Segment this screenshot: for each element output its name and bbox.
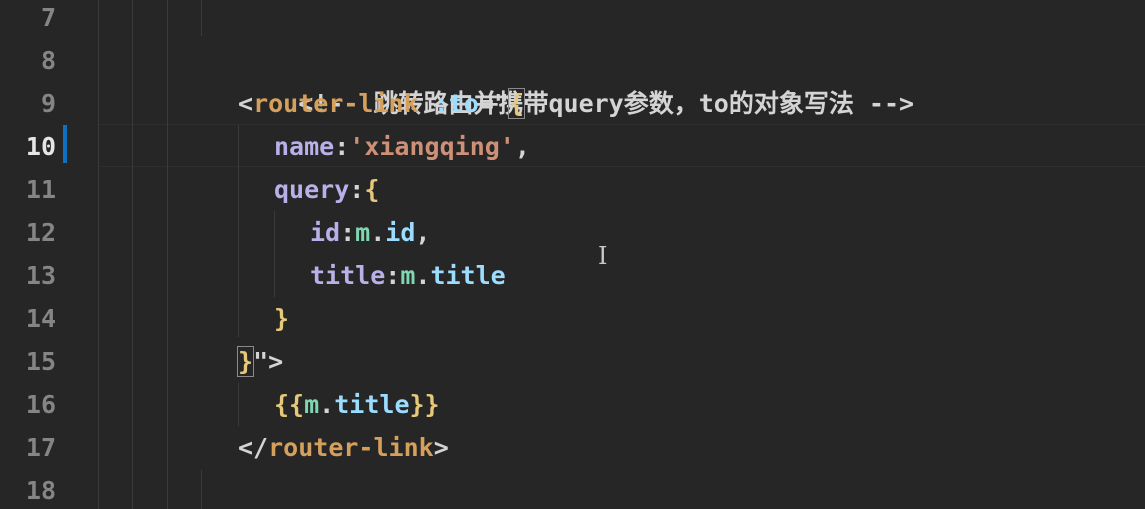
tag-close: "> xyxy=(253,347,284,376)
line-number-active: 10 xyxy=(25,132,56,161)
line-number: 12 xyxy=(25,218,56,247)
matched-bracket-open: { xyxy=(507,88,526,119)
line-number: 16 xyxy=(25,390,56,419)
attribute-equals-quote: =" xyxy=(478,89,509,118)
line-number: 13 xyxy=(25,261,56,290)
code-line-10[interactable]: name:'xiangqing', xyxy=(274,125,530,168)
colon: : xyxy=(334,132,350,161)
interpolation-close: }} xyxy=(409,390,440,419)
tag-name: router-link xyxy=(253,89,419,118)
line-number: 11 xyxy=(25,175,56,204)
code-line-17[interactable]: </router-link> xyxy=(238,426,449,469)
comma: , xyxy=(514,132,530,161)
code-line-16[interactable]: {{m.title}} xyxy=(274,383,440,426)
object-key: title xyxy=(310,261,386,290)
text-cursor-icon: I xyxy=(598,242,608,270)
code-line-13[interactable]: title:m.title xyxy=(310,254,506,297)
indent-guide xyxy=(238,383,239,426)
attribute-name: :to xyxy=(433,89,479,118)
colon: : xyxy=(349,175,365,204)
dot: . xyxy=(370,218,386,247)
dot: . xyxy=(415,261,431,290)
variable: m xyxy=(400,261,416,290)
line-number: 15 xyxy=(25,347,56,376)
comma: , xyxy=(415,218,431,247)
code-line-11[interactable]: query:{ xyxy=(274,168,379,211)
code-line-15[interactable]: }"> xyxy=(236,340,284,383)
brace-open: { xyxy=(364,175,380,204)
code-line-14[interactable]: } xyxy=(274,297,289,340)
line-number: 8 xyxy=(40,46,56,75)
indent-guide xyxy=(274,211,275,297)
member-property: title xyxy=(430,261,506,290)
active-line-marker xyxy=(63,125,67,163)
brace-close: } xyxy=(274,304,290,333)
line-number: 18 xyxy=(25,476,56,505)
tag-name: router-link xyxy=(268,433,434,462)
indent-guide xyxy=(98,0,99,509)
dot: . xyxy=(319,390,335,419)
tag-open-angle: < xyxy=(238,89,254,118)
code-line-8[interactable]: <!-- 跳转路由并携带query参数，to的对象写法 --> xyxy=(238,39,914,118)
line-number: 14 xyxy=(25,304,56,333)
indent-guide xyxy=(201,470,202,509)
indent-guide xyxy=(201,0,202,36)
string-value: 'xiangqing' xyxy=(349,132,515,161)
code-line-12[interactable]: id:m.id, xyxy=(310,211,430,254)
colon: : xyxy=(340,218,356,247)
object-key: query xyxy=(274,175,350,204)
line-number: 17 xyxy=(25,433,56,462)
member-property: title xyxy=(334,390,410,419)
line-number-gutter: 7 8 9 10 11 12 13 14 15 16 17 18 xyxy=(0,0,98,509)
object-key: id xyxy=(310,218,341,247)
line-number: 7 xyxy=(40,3,56,32)
member-property: id xyxy=(385,218,416,247)
colon: : xyxy=(385,261,401,290)
indent-guide xyxy=(167,0,168,509)
indent-guide xyxy=(132,0,133,509)
variable: m xyxy=(355,218,371,247)
code-line-9[interactable]: <router-link :to="{ xyxy=(238,82,526,125)
tag-close-angle: > xyxy=(433,433,449,462)
code-editor[interactable]: 7 8 9 10 11 12 13 14 15 16 17 18 <!-- 跳转… xyxy=(0,0,1145,509)
interpolation-open: {{ xyxy=(274,390,305,419)
line-number: 9 xyxy=(40,89,56,118)
tag-open-angle: </ xyxy=(238,433,269,462)
variable: m xyxy=(304,390,320,419)
matched-bracket-close: } xyxy=(236,346,255,377)
object-key: name xyxy=(274,132,335,161)
